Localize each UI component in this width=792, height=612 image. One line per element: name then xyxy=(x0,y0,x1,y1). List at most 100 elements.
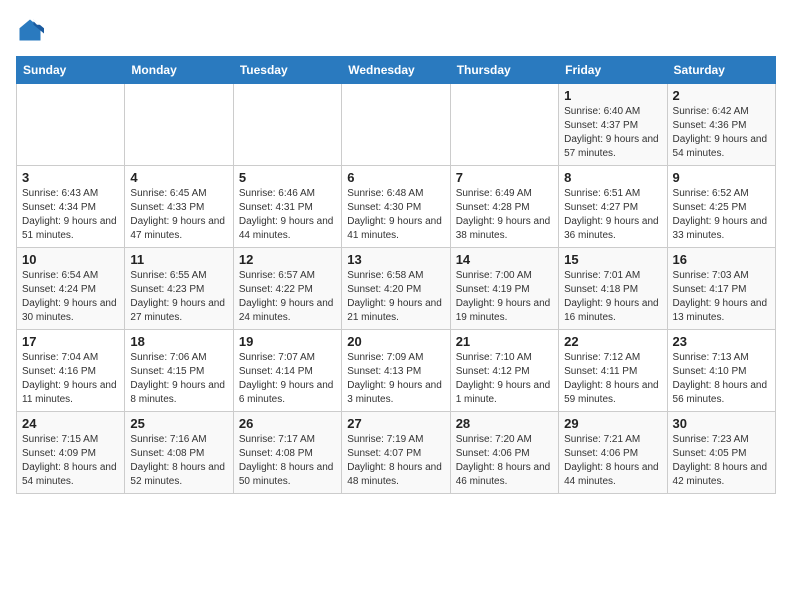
weekday-header-sunday: Sunday xyxy=(17,57,125,84)
day-info: Sunrise: 7:23 AM Sunset: 4:05 PM Dayligh… xyxy=(673,433,770,489)
day-number: 11 xyxy=(130,252,227,267)
calendar-cell: 18 Sunrise: 7:06 AM Sunset: 4:15 PM Dayli… xyxy=(125,330,233,412)
calendar-cell: 8 Sunrise: 6:51 AM Sunset: 4:27 PM Daylig… xyxy=(559,166,667,248)
calendar-cell: 11 Sunrise: 6:55 AM Sunset: 4:23 PM Dayli… xyxy=(125,248,233,330)
calendar-cell: 6 Sunrise: 6:48 AM Sunset: 4:30 PM Daylig… xyxy=(342,166,450,248)
day-number: 18 xyxy=(130,334,227,349)
calendar-cell xyxy=(342,84,450,166)
calendar-header: SundayMondayTuesdayWednesdayThursdayFrid… xyxy=(17,57,776,84)
day-info: Sunrise: 7:13 AM Sunset: 4:10 PM Dayligh… xyxy=(673,351,770,407)
calendar-cell: 12Sunrise: 6:57 AM Sunset: 4:22 PM Dayli… xyxy=(233,248,341,330)
day-info: Sunrise: 6:40 AM Sunset: 4:37 PM Dayligh… xyxy=(564,105,661,161)
day-info: Sunrise: 6:49 AM Sunset: 4:28 PM Dayligh… xyxy=(456,187,553,243)
day-info: Sunrise: 6:43 AM Sunset: 4:34 PM Dayligh… xyxy=(22,187,119,243)
day-number: 4 xyxy=(130,170,227,185)
calendar-cell: 22 Sunrise: 7:12 AM Sunset: 4:11 PM Dayli… xyxy=(559,330,667,412)
day-info: Sunrise: 7:06 AM Sunset: 4:15 PM Dayligh… xyxy=(130,351,227,407)
day-info: Sunrise: 7:17 AM Sunset: 4:08 PM Dayligh… xyxy=(239,433,336,489)
day-number: 21 xyxy=(456,334,553,349)
calendar-cell: 19 Sunrise: 7:07 AM Sunset: 4:14 PM Dayli… xyxy=(233,330,341,412)
day-number: 7 xyxy=(456,170,553,185)
day-info: Sunrise: 6:42 AM Sunset: 4:36 PM Dayligh… xyxy=(673,105,770,161)
calendar-body: 1 Sunrise: 6:40 AM Sunset: 4:37 PM Daylig… xyxy=(17,84,776,494)
day-number: 23 xyxy=(673,334,770,349)
day-info: Sunrise: 6:58 AM Sunset: 4:20 PM Dayligh… xyxy=(347,269,444,325)
calendar-table: SundayMondayTuesdayWednesdayThursdayFrid… xyxy=(16,56,776,494)
day-info: Sunrise: 6:52 AM Sunset: 4:25 PM Dayligh… xyxy=(673,187,770,243)
page-header xyxy=(16,16,776,44)
day-info: Sunrise: 7:07 AM Sunset: 4:14 PM Dayligh… xyxy=(239,351,336,407)
calendar-cell: 10Sunrise: 6:54 AM Sunset: 4:24 PM Dayli… xyxy=(17,248,125,330)
weekday-header-row: SundayMondayTuesdayWednesdayThursdayFrid… xyxy=(17,57,776,84)
day-number: 30 xyxy=(673,416,770,431)
weekday-header-wednesday: Wednesday xyxy=(342,57,450,84)
weekday-header-monday: Monday xyxy=(125,57,233,84)
calendar-cell: 15 Sunrise: 7:01 AM Sunset: 4:18 PM Dayli… xyxy=(559,248,667,330)
day-info: Sunrise: 7:21 AM Sunset: 4:06 PM Dayligh… xyxy=(564,433,661,489)
calendar-week-4: 17 Sunrise: 7:04 AM Sunset: 4:16 PM Dayli… xyxy=(17,330,776,412)
weekday-header-thursday: Thursday xyxy=(450,57,558,84)
calendar-cell: 7 Sunrise: 6:49 AM Sunset: 4:28 PM Daylig… xyxy=(450,166,558,248)
weekday-header-friday: Friday xyxy=(559,57,667,84)
calendar-cell: 1 Sunrise: 6:40 AM Sunset: 4:37 PM Daylig… xyxy=(559,84,667,166)
day-info: Sunrise: 7:15 AM Sunset: 4:09 PM Dayligh… xyxy=(22,433,119,489)
calendar-cell: 27 Sunrise: 7:19 AM Sunset: 4:07 PM Dayli… xyxy=(342,412,450,494)
calendar-cell: 17 Sunrise: 7:04 AM Sunset: 4:16 PM Dayli… xyxy=(17,330,125,412)
calendar-cell xyxy=(450,84,558,166)
day-info: Sunrise: 7:20 AM Sunset: 4:06 PM Dayligh… xyxy=(456,433,553,489)
calendar-cell: 30 Sunrise: 7:23 AM Sunset: 4:05 PM Dayli… xyxy=(667,412,775,494)
day-info: Sunrise: 7:04 AM Sunset: 4:16 PM Dayligh… xyxy=(22,351,119,407)
logo-icon xyxy=(16,16,44,44)
calendar-cell: 2 Sunrise: 6:42 AM Sunset: 4:36 PM Daylig… xyxy=(667,84,775,166)
logo xyxy=(16,16,48,44)
day-number: 22 xyxy=(564,334,661,349)
day-number: 9 xyxy=(673,170,770,185)
day-info: Sunrise: 7:09 AM Sunset: 4:13 PM Dayligh… xyxy=(347,351,444,407)
day-info: Sunrise: 6:48 AM Sunset: 4:30 PM Dayligh… xyxy=(347,187,444,243)
calendar-cell: 28Sunrise: 7:20 AM Sunset: 4:06 PM Dayli… xyxy=(450,412,558,494)
day-info: Sunrise: 6:46 AM Sunset: 4:31 PM Dayligh… xyxy=(239,187,336,243)
day-number: 6 xyxy=(347,170,444,185)
day-number: 24 xyxy=(22,416,119,431)
day-number: 17 xyxy=(22,334,119,349)
day-number: 26 xyxy=(239,416,336,431)
day-number: 3 xyxy=(22,170,119,185)
day-number: 19 xyxy=(239,334,336,349)
day-number: 25 xyxy=(130,416,227,431)
day-number: 29 xyxy=(564,416,661,431)
day-number: 15 xyxy=(564,252,661,267)
day-number: 1 xyxy=(564,88,661,103)
calendar-cell xyxy=(233,84,341,166)
day-info: Sunrise: 6:51 AM Sunset: 4:27 PM Dayligh… xyxy=(564,187,661,243)
calendar-week-1: 1 Sunrise: 6:40 AM Sunset: 4:37 PM Daylig… xyxy=(17,84,776,166)
calendar-cell: 25 Sunrise: 7:16 AM Sunset: 4:08 PM Dayli… xyxy=(125,412,233,494)
day-number: 2 xyxy=(673,88,770,103)
day-info: Sunrise: 7:12 AM Sunset: 4:11 PM Dayligh… xyxy=(564,351,661,407)
day-info: Sunrise: 6:55 AM Sunset: 4:23 PM Dayligh… xyxy=(130,269,227,325)
calendar-cell xyxy=(125,84,233,166)
day-info: Sunrise: 7:16 AM Sunset: 4:08 PM Dayligh… xyxy=(130,433,227,489)
day-info: Sunrise: 6:45 AM Sunset: 4:33 PM Dayligh… xyxy=(130,187,227,243)
day-number: 13 xyxy=(347,252,444,267)
weekday-header-tuesday: Tuesday xyxy=(233,57,341,84)
calendar-cell: 16Sunrise: 7:03 AM Sunset: 4:17 PM Dayli… xyxy=(667,248,775,330)
calendar-cell: 14 Sunrise: 7:00 AM Sunset: 4:19 PM Dayli… xyxy=(450,248,558,330)
calendar-cell: 20 Sunrise: 7:09 AM Sunset: 4:13 PM Dayli… xyxy=(342,330,450,412)
day-number: 20 xyxy=(347,334,444,349)
day-info: Sunrise: 7:00 AM Sunset: 4:19 PM Dayligh… xyxy=(456,269,553,325)
calendar-cell: 3 Sunrise: 6:43 AM Sunset: 4:34 PM Daylig… xyxy=(17,166,125,248)
day-number: 14 xyxy=(456,252,553,267)
calendar-cell: 29 Sunrise: 7:21 AM Sunset: 4:06 PM Dayli… xyxy=(559,412,667,494)
day-number: 27 xyxy=(347,416,444,431)
calendar-cell: 9 Sunrise: 6:52 AM Sunset: 4:25 PM Daylig… xyxy=(667,166,775,248)
day-number: 8 xyxy=(564,170,661,185)
day-info: Sunrise: 6:57 AM Sunset: 4:22 PM Dayligh… xyxy=(239,269,336,325)
calendar-week-2: 3 Sunrise: 6:43 AM Sunset: 4:34 PM Daylig… xyxy=(17,166,776,248)
day-info: Sunrise: 7:01 AM Sunset: 4:18 PM Dayligh… xyxy=(564,269,661,325)
day-number: 10 xyxy=(22,252,119,267)
calendar-cell: 26 Sunrise: 7:17 AM Sunset: 4:08 PM Dayli… xyxy=(233,412,341,494)
day-number: 16 xyxy=(673,252,770,267)
day-info: Sunrise: 7:19 AM Sunset: 4:07 PM Dayligh… xyxy=(347,433,444,489)
day-number: 5 xyxy=(239,170,336,185)
calendar-cell: 21Sunrise: 7:10 AM Sunset: 4:12 PM Dayli… xyxy=(450,330,558,412)
